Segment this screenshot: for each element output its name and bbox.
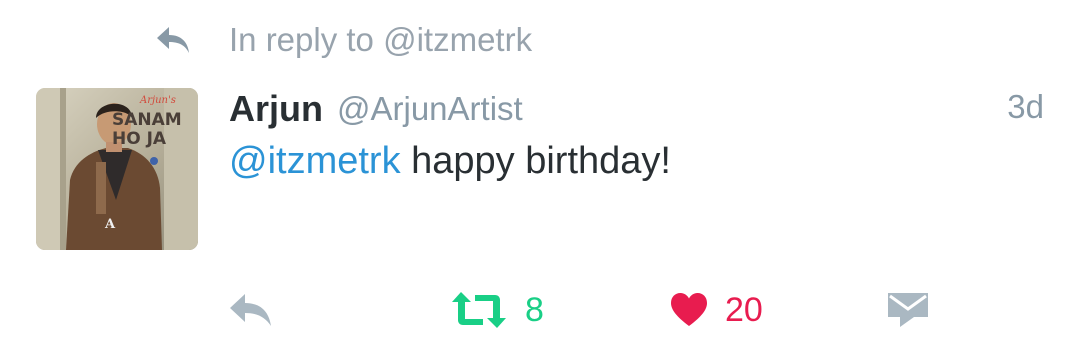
- svg-text:Arjun's: Arjun's: [139, 95, 176, 106]
- svg-text:HO JA: HO JA: [112, 129, 167, 149]
- author-handle[interactable]: @ArjunArtist: [337, 90, 523, 128]
- svg-text:A: A: [104, 217, 116, 232]
- direct-message-button[interactable]: [886, 282, 930, 338]
- mention-link[interactable]: @itzmetrk: [229, 140, 401, 182]
- svg-text:SANAM: SANAM: [112, 110, 182, 130]
- reply-arrow-icon: [157, 27, 189, 53]
- author-display-name[interactable]: Arjun: [229, 88, 323, 130]
- like-button[interactable]: 20: [669, 282, 763, 338]
- heart-icon: [671, 293, 707, 326]
- avatar[interactable]: A Arjun's SANAM HO JA: [36, 88, 198, 250]
- like-count: 20: [725, 290, 763, 329]
- tweet-timestamp[interactable]: 3d: [1007, 88, 1044, 126]
- tweet-text: @itzmetrk happy birthday!: [229, 140, 671, 183]
- action-bar: 8 20: [0, 282, 1080, 338]
- avatar-image: A Arjun's SANAM HO JA: [36, 88, 198, 250]
- reply-icon: [230, 294, 271, 326]
- reply-context-text: In reply to @itzmetrk: [229, 21, 533, 58]
- tweet-body: happy birthday!: [400, 140, 671, 182]
- reply-context[interactable]: In reply to @itzmetrk: [155, 18, 532, 62]
- envelope-icon: [888, 293, 928, 327]
- tweet-header: Arjun @ArjunArtist: [229, 86, 523, 132]
- retweet-button[interactable]: 8: [449, 282, 544, 338]
- reply-button[interactable]: [227, 282, 275, 338]
- retweet-count: 8: [525, 290, 544, 329]
- retweet-icon: [452, 292, 506, 328]
